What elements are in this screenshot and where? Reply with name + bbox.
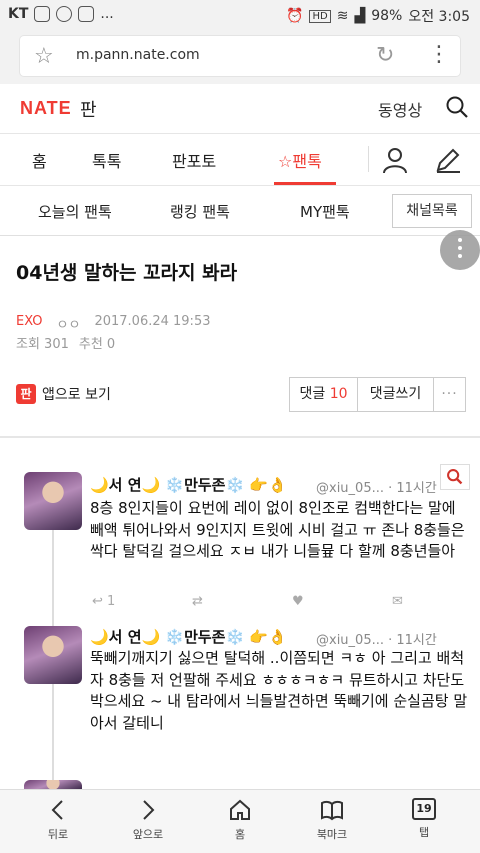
tab-today-fantalk[interactable]: 오늘의 팬톡: [38, 201, 112, 222]
avatar: [24, 626, 82, 684]
more-actions-button[interactable]: ···: [434, 378, 465, 411]
alarm-icon: ⏰: [286, 8, 304, 24]
carrier-label: KT: [8, 6, 29, 22]
notification-icon: [34, 6, 51, 22]
status-bar: KT ... ⏰ HD ≋ ▟ 98% 오전 3:05: [0, 0, 480, 30]
comments-count: 10: [329, 386, 348, 402]
avatar: [24, 472, 82, 530]
reply-icon: ↩ 1: [92, 594, 116, 609]
tabs-icon: 19: [412, 798, 436, 820]
tweet-author: 🌙서 연🌙 ❄️만두존❄️ 👉👌: [90, 476, 287, 494]
video-link[interactable]: 동영상: [378, 97, 422, 121]
more-notifications: ...: [100, 6, 114, 22]
app-icon: 판: [16, 384, 36, 404]
home-label: 홈: [234, 828, 246, 841]
book-icon: [321, 800, 343, 821]
tweet-handle: @xiu_05... · 11시간: [316, 633, 437, 648]
nate-logo[interactable]: NATE: [20, 98, 72, 119]
wifi-icon: ≋: [336, 8, 349, 24]
site-header: NATE 판 동영상: [0, 84, 480, 134]
home-button[interactable]: 홈: [210, 798, 270, 842]
open-in-app[interactable]: 판 앱으로 보기: [16, 384, 111, 404]
user-icon[interactable]: [381, 146, 409, 174]
bookmark-button[interactable]: 북마크: [302, 798, 362, 842]
tab-fantalk[interactable]: ☆팬톡: [278, 148, 322, 172]
forward-button[interactable]: 앞으로: [118, 798, 178, 842]
comment-actions: 댓글 10 댓글쓰기 ···: [289, 377, 466, 412]
open-in-app-label: 앱으로 보기: [42, 387, 111, 403]
home-icon: [230, 799, 250, 820]
pann-logo[interactable]: 판: [80, 96, 97, 122]
tabs-button[interactable]: 19 탭: [394, 798, 454, 840]
article-title: 04년생 말하는 꼬라지 봐라: [16, 262, 238, 284]
author: ㅇㅇ: [56, 318, 81, 333]
signal-icon: ▟: [354, 8, 366, 24]
write-comment-button[interactable]: 댓글쓰기: [358, 378, 434, 411]
channel-list-button[interactable]: 채널목록: [392, 194, 472, 228]
hd-icon: HD: [309, 9, 331, 23]
status-right: ⏰ HD ≋ ▟ 98% 오전 3:05: [286, 6, 470, 26]
floating-menu-button[interactable]: [440, 230, 480, 270]
nav-divider: [368, 146, 369, 172]
browser-toolbar: ☆ m.pann.nate.com ↻ ⋮: [0, 30, 480, 84]
main-nav: 홈 톡톡 판포토 ☆팬톡: [0, 134, 480, 186]
dm-icon: ✉: [392, 594, 403, 609]
forward-label: 앞으로: [132, 828, 164, 841]
retweet-icon: ⇄: [192, 594, 203, 609]
tweet-author: 🌙서 연🌙 ❄️만두존❄️ 👉👌: [90, 628, 287, 646]
bookmark-star-icon[interactable]: ☆: [34, 44, 54, 69]
category-link[interactable]: EXO: [16, 314, 43, 333]
tab-count: 19: [416, 802, 432, 815]
active-tab-indicator: [274, 182, 336, 185]
tweet-text: 8층 8인지들이 요번에 레이 없이 8인조로 컴백한다는 말에 빼액 튀어나와…: [90, 499, 465, 560]
like-icon: ♥: [292, 594, 304, 609]
post-date: 2017.06.24 19:53: [94, 314, 211, 329]
url-text[interactable]: m.pann.nate.com: [76, 47, 200, 63]
avatar: [24, 780, 82, 789]
browser-bottom-bar: 뒤로 앞으로 홈 북마크 19 탭: [0, 789, 480, 853]
article-meta: EXO ㅇㅇ 2017.06.24 19:53: [16, 314, 210, 333]
section-divider: [0, 436, 480, 438]
tab-pann-photo[interactable]: 판포토: [172, 148, 216, 172]
article-stats: 조회 301 추천 0: [16, 333, 115, 352]
tab-home[interactable]: 홈: [32, 148, 47, 172]
tab-toktok[interactable]: 톡톡: [92, 148, 121, 172]
tweet-actions: ↩ 1 ⇄ ♥ ✉: [92, 594, 480, 609]
notification-icon: [78, 6, 95, 22]
bookmark-label: 북마크: [316, 828, 348, 841]
overflow-menu-icon[interactable]: ⋮: [428, 42, 450, 67]
more-vert-icon: [458, 238, 462, 242]
write-icon[interactable]: [434, 146, 462, 174]
status-left: KT ...: [8, 6, 114, 22]
tab-my-fantalk[interactable]: MY팬톡: [300, 201, 350, 222]
search-icon: [440, 464, 470, 490]
search-icon[interactable]: [444, 94, 470, 120]
tab-ranking-fantalk[interactable]: 랭킹 팬톡: [170, 201, 230, 222]
chevron-right-icon: [143, 800, 155, 820]
chevron-left-icon: [51, 800, 63, 820]
tweet-text: 뚝빼기깨지기 싫으면 탈덕해 ..이쯤되면 ㅋㅎ 아 그리고 배척자 8충들 저…: [90, 649, 468, 732]
back-button[interactable]: 뒤로: [28, 798, 88, 842]
clock: 오전 3:05: [408, 9, 470, 25]
back-label: 뒤로: [47, 828, 69, 841]
tweet-handle: @xiu_05... · 11시간: [316, 481, 437, 496]
reply-count: 1: [107, 594, 116, 609]
sub-nav: 오늘의 팬톡 랭킹 팬톡 MY팬톡 채널목록: [0, 186, 480, 236]
view-count: 조회 301: [16, 337, 69, 352]
recommend-count: 추천 0: [78, 337, 116, 352]
notification-icon: [56, 6, 73, 22]
battery-label: 98%: [371, 8, 403, 24]
url-bar[interactable]: ☆ m.pann.nate.com ↻ ⋮: [20, 36, 460, 76]
reload-icon[interactable]: ↻: [376, 43, 394, 68]
comments-button[interactable]: 댓글 10: [290, 378, 358, 411]
tabs-label: 탭: [418, 826, 430, 839]
comments-label: 댓글: [299, 386, 326, 402]
